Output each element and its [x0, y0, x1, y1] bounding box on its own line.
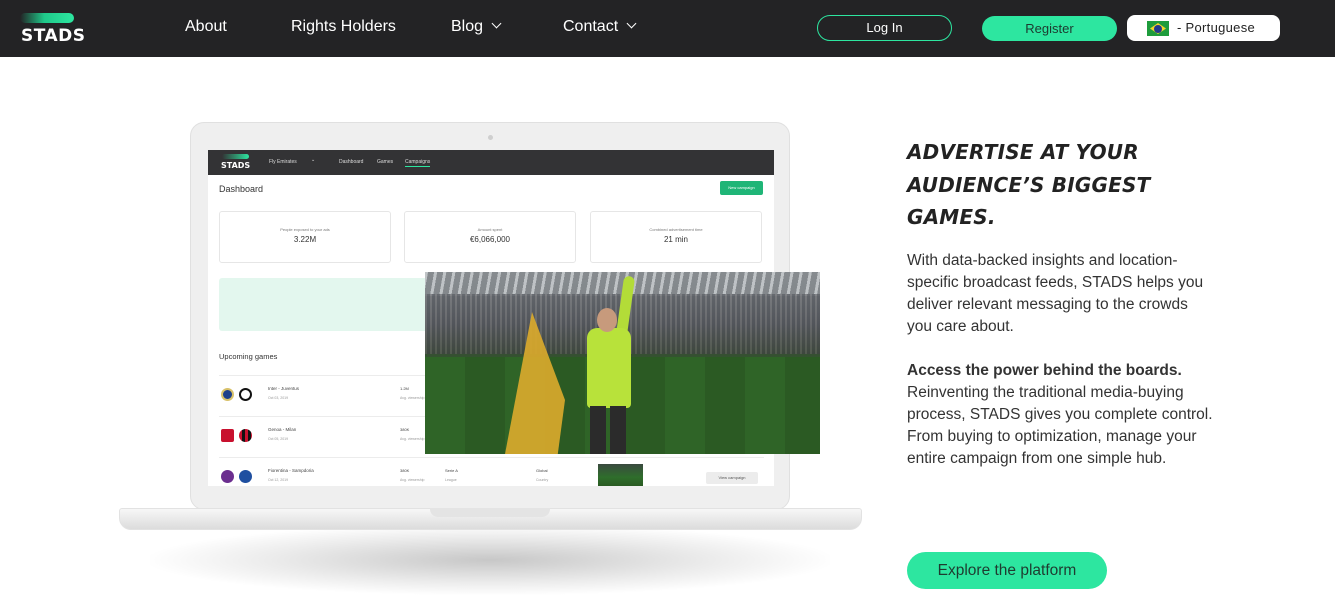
game-date: Oct 12, 2019	[268, 478, 289, 482]
logo-bar-graphic	[20, 13, 74, 23]
nav-about-link[interactable]: About	[185, 18, 227, 36]
nav-blog-label: Blog	[451, 18, 484, 35]
stat-value: 21 min	[663, 235, 688, 244]
mockup-chart-placeholder	[219, 278, 444, 331]
game-audience-sub: Avg. viewership	[400, 396, 425, 400]
explore-platform-button[interactable]: Explore the platform	[907, 552, 1107, 589]
game-audience-sub: Avg. viewership	[400, 478, 425, 482]
laptop-notch	[430, 508, 550, 517]
laptop-camera	[488, 135, 493, 140]
game-match: Genoa - Milan	[268, 427, 297, 432]
brazil-flag-icon	[1147, 21, 1169, 36]
stat-value: €6,066,000	[469, 235, 511, 244]
game-date: Oct 03, 2019	[268, 396, 289, 400]
login-button[interactable]: Log In	[817, 15, 952, 41]
game-audience: 1.2M	[400, 386, 409, 391]
hero-paragraph-1: With data-backed insights and location-s…	[907, 252, 1204, 335]
hero-paragraph-2-bold: Access the power behind the boards.	[907, 362, 1182, 379]
game-thumbnail	[598, 464, 643, 486]
genoa-crest-icon	[221, 429, 234, 442]
stat-value: 3.22M	[293, 235, 317, 244]
mockup-stat-card: People exposed to your ads 3.22M	[219, 211, 391, 263]
referee-figure	[587, 328, 631, 408]
inter-crest-icon	[221, 388, 234, 401]
referee-legs	[590, 406, 626, 454]
language-selector[interactable]: - Portuguese	[1127, 15, 1280, 41]
milan-crest-icon	[239, 429, 252, 442]
mockup-page-title: Dashboard	[219, 184, 264, 194]
table-row: Fiorentina - Sampdoria Oct 12, 2019 380K…	[219, 457, 764, 486]
game-region-sub: Country	[536, 478, 549, 482]
mockup-topbar: STADS Fly Emirates ⌄ Dashboard Games Cam…	[208, 150, 774, 175]
game-audience: 380K	[400, 468, 410, 473]
chevron-down-icon	[491, 18, 502, 29]
mockup-tab-campaigns: Campaigns	[405, 159, 431, 167]
mockup-logo-text: STADS	[221, 161, 251, 170]
game-audience: 380K	[400, 427, 410, 432]
mockup-upcoming-title: Upcoming games	[219, 352, 278, 361]
stat-label: People exposed to your ads	[280, 227, 330, 232]
hero-paragraph-2: Access the power behind the boards. Rein…	[907, 360, 1217, 470]
logo-text: STADS	[21, 26, 86, 46]
referee-head	[597, 308, 617, 332]
game-region: Global	[536, 468, 548, 473]
mockup-stat-card: Amount spent €6,066,000	[404, 211, 576, 263]
laptop-shadow	[150, 525, 830, 595]
nav-rights-holders-link[interactable]: Rights Holders	[291, 18, 396, 36]
mockup-account-label: Fly Emirates	[269, 159, 297, 165]
language-label: - Portuguese	[1177, 20, 1256, 35]
top-navbar: STADS About Rights Holders Blog Contact …	[0, 0, 1335, 57]
mockup-logo-bar	[222, 154, 249, 159]
game-match: Inter - Juventus	[268, 386, 300, 391]
game-date: Oct 05, 2019	[268, 437, 289, 441]
game-match: Fiorentina - Sampdoria	[268, 468, 314, 473]
nav-contact-dropdown[interactable]: Contact	[563, 18, 637, 36]
mockup-tab-games: Games	[377, 159, 394, 165]
stat-label: Combined advertisement time	[649, 227, 703, 232]
nav-contact-label: Contact	[563, 18, 619, 35]
mockup-view-campaign-button: View campaign	[706, 472, 758, 484]
game-league: Serie A	[445, 468, 458, 473]
stadium-video-still	[425, 272, 820, 454]
mockup-stat-card: Combined advertisement time 21 min	[590, 211, 762, 263]
fiorentina-crest-icon	[221, 470, 234, 483]
sampdoria-crest-icon	[239, 470, 252, 483]
mockup-tab-dashboard: Dashboard	[339, 159, 364, 165]
stads-logo[interactable]: STADS	[20, 12, 90, 46]
stat-label: Amount spent	[477, 227, 503, 232]
chevron-down-icon	[626, 18, 637, 29]
chevron-down-icon: ⌄	[311, 157, 316, 163]
mockup-new-campaign-button: New campaign	[720, 181, 763, 195]
game-audience-sub: Avg. viewership	[400, 437, 425, 441]
game-league-sub: League	[445, 478, 457, 482]
nav-blog-dropdown[interactable]: Blog	[451, 18, 502, 36]
hero-heading: ADVERTISE AT YOUR AUDIENCE’S BIGGEST GAM…	[907, 140, 1151, 229]
register-button[interactable]: Register	[982, 16, 1117, 41]
hero-paragraph-2-text: Reinventing the traditional media-buying…	[907, 384, 1213, 467]
juventus-crest-icon	[239, 388, 252, 401]
